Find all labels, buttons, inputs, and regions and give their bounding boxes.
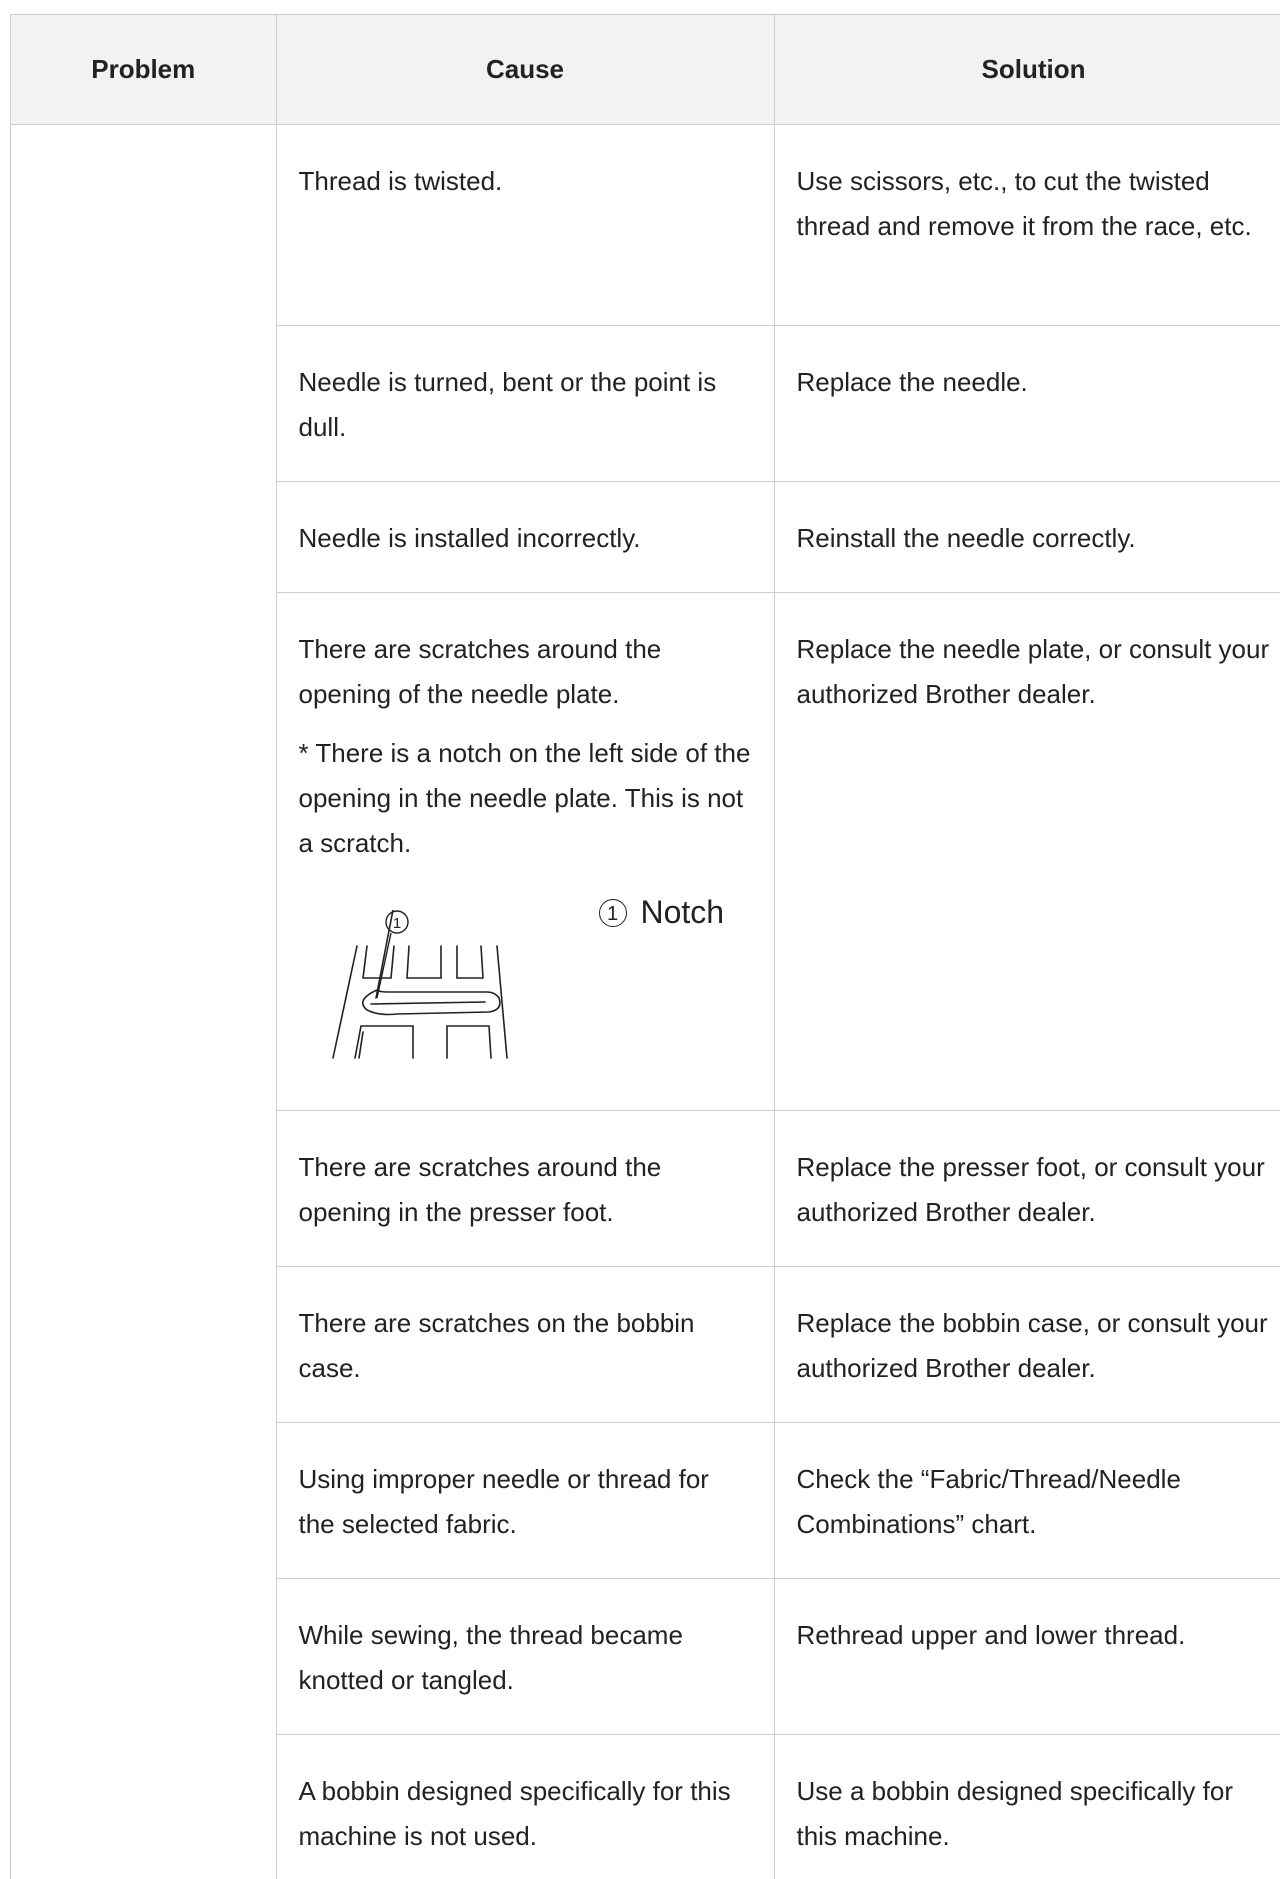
solution-cell: Replace the bobbin case, or consult your…: [774, 1266, 1280, 1423]
cause-cell: Needle is turned, bent or the point is d…: [276, 325, 775, 482]
cause-cell: While sewing, the thread became knotted …: [276, 1578, 775, 1735]
troubleshooting-table: Problem Cause Solution Thread is twisted…: [11, 15, 1280, 1879]
cause-text: Using improper needle or thread for the …: [298, 1464, 709, 1539]
svg-text:1: 1: [392, 915, 400, 932]
solution-cell: Replace the needle.: [774, 325, 1280, 482]
cause-text: There are scratches on the bobbin case.: [298, 1308, 695, 1383]
problem-cell: [11, 124, 277, 1879]
needle-plate-figure: 1 1 Notch: [299, 880, 752, 1085]
solution-cell: Rethread upper and lower thread.: [774, 1578, 1280, 1735]
cause-cell: There are scratches around the opening o…: [276, 592, 775, 1111]
cause-cell: A bobbin designed specifically for this …: [276, 1734, 775, 1879]
cause-cell: Needle is installed incorrectly.: [276, 481, 775, 593]
cause-text: There are scratches around the opening o…: [298, 634, 662, 709]
needle-plate-diagram-icon: 1: [331, 910, 508, 1059]
cause-cell: Thread is twisted.: [276, 124, 775, 326]
solution-cell: Use a bobbin designed specifically for t…: [774, 1734, 1280, 1879]
solution-cell: Use scissors, etc., to cut the twisted t…: [774, 124, 1280, 326]
cause-text: While sewing, the thread became knotted …: [298, 1620, 683, 1695]
solution-text: Replace the bobbin case, or consult your…: [796, 1308, 1268, 1383]
solution-text: Replace the presser foot, or consult you…: [796, 1152, 1265, 1227]
table-header-row: Problem Cause Solution: [11, 15, 1280, 125]
cause-cell: There are scratches around the opening i…: [276, 1110, 775, 1267]
solution-cell: Replace the needle plate, or consult you…: [774, 592, 1280, 1111]
cause-note: * There is a notch on the left side of t…: [298, 738, 751, 858]
solution-text: Reinstall the needle correctly.: [796, 523, 1136, 553]
solution-cell: Reinstall the needle correctly.: [774, 481, 1280, 593]
solution-cell: Replace the presser foot, or consult you…: [774, 1110, 1280, 1267]
cause-cell: There are scratches on the bobbin case.: [276, 1266, 775, 1423]
header-cause: Cause: [276, 15, 775, 125]
solution-text: Use a bobbin designed specifically for t…: [796, 1776, 1233, 1851]
solution-text: Rethread upper and lower thread.: [796, 1620, 1186, 1650]
solution-text: Replace the needle.: [796, 367, 1028, 397]
cause-text: A bobbin designed specifically for this …: [298, 1776, 731, 1851]
solution-text: Check the “Fabric/Thread/Needle Combinat…: [796, 1464, 1181, 1539]
cause-text: Needle is turned, bent or the point is d…: [298, 367, 717, 442]
table-row: Thread is twisted. Use scissors, etc., t…: [11, 124, 1280, 1879]
cause-text: There are scratches around the opening i…: [298, 1152, 662, 1227]
header-problem: Problem: [11, 15, 277, 125]
solution-text: Use scissors, etc., to cut the twisted t…: [796, 166, 1252, 241]
cause-text: Needle is installed incorrectly.: [298, 523, 641, 553]
legend-marker: 1: [598, 899, 627, 927]
cause-cell: Using improper needle or thread for the …: [276, 1422, 775, 1579]
cause-text: Thread is twisted.: [298, 166, 503, 196]
solution-cell: Check the “Fabric/Thread/Needle Combinat…: [774, 1422, 1280, 1579]
legend-label: Notch: [640, 894, 725, 930]
figure-legend: 1 Notch: [598, 892, 725, 932]
header-solution: Solution: [774, 15, 1280, 125]
troubleshooting-table-container: Problem Cause Solution Thread is twisted…: [10, 14, 1280, 1879]
solution-text: Replace the needle plate, or consult you…: [796, 634, 1270, 709]
